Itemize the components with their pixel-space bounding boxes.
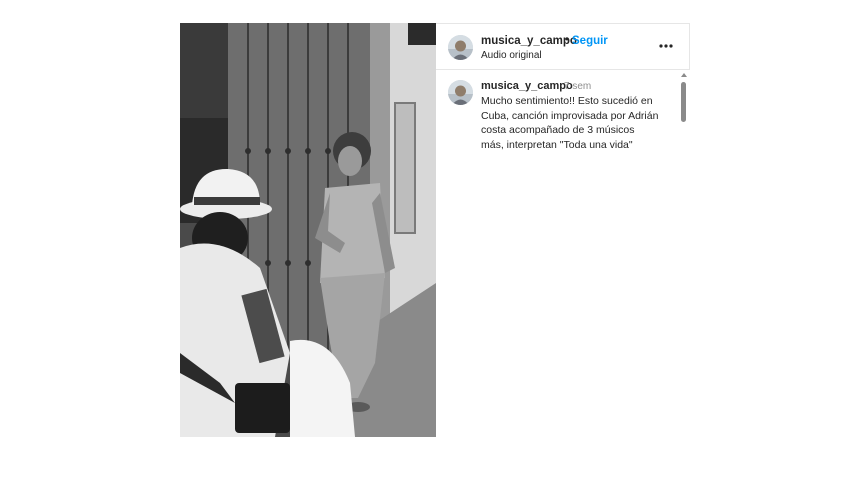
post-side-panel: musica_y_campo • Seguir Audio original m… <box>436 23 690 437</box>
scroll-up-arrow-icon[interactable] <box>681 73 687 77</box>
header-separator: • <box>565 34 570 46</box>
audio-link[interactable]: Audio original <box>481 50 542 61</box>
comment-timestamp[interactable]: 7 sem <box>564 81 591 92</box>
follow-button[interactable]: Seguir <box>572 35 608 47</box>
comment-text: Mucho sentimiento!! Esto sucedió en Cuba… <box>481 95 659 151</box>
comment-avatar[interactable] <box>448 80 473 105</box>
more-horizontal-icon[interactable] <box>658 38 674 54</box>
comments-list: musica_y_campo 7 sem Mucho sentimiento!!… <box>436 70 690 156</box>
comment-username[interactable]: musica_y_campo <box>481 80 573 92</box>
comments-scrollbar[interactable] <box>681 82 686 122</box>
instagram-post: musica_y_campo • Seguir Audio original m… <box>180 23 690 437</box>
author-username[interactable]: musica_y_campo <box>481 35 577 47</box>
post-photo[interactable] <box>180 23 436 437</box>
post-header: musica_y_campo • Seguir Audio original <box>436 23 690 70</box>
author-avatar[interactable] <box>448 35 473 60</box>
